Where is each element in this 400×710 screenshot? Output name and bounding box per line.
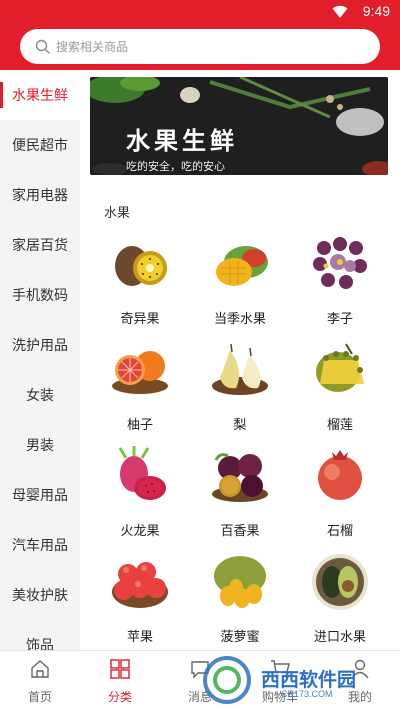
status-bar: 9:49 (0, 0, 400, 24)
sidebar-item-digital[interactable]: 手机数码 (0, 270, 80, 320)
grapefruit-icon (112, 351, 168, 394)
sidebar-item-label: 饰品 (26, 638, 54, 650)
product-name: 榴莲 (326, 418, 353, 433)
sidebar-item-beauty[interactable]: 美妆护肤 (0, 570, 80, 620)
home-icon (31, 660, 49, 678)
category-banner[interactable]: 水果生鲜 吃的安全，吃的安心 (90, 77, 388, 175)
sidebar-item-label: 水果生鲜 (12, 88, 68, 104)
sidebar-item-appliances[interactable]: 家用电器 (0, 170, 80, 220)
tab-label: 首页 (27, 690, 52, 704)
product-item-pomegranate[interactable]: 石榴 (290, 442, 390, 547)
product-name: 百香果 (220, 524, 260, 539)
sidebar-item-womens-wear[interactable]: 女装 (0, 370, 80, 420)
product-item-apple[interactable]: 苹果 (90, 548, 190, 650)
search-icon (35, 39, 50, 54)
watermark-text: 西西软件园 (261, 669, 357, 691)
jackfruit-icon (214, 556, 266, 608)
sidebar-item-label: 男装 (26, 438, 54, 454)
sidebar-item-label: 家用电器 (12, 188, 68, 204)
plum-icon (313, 237, 367, 289)
product-item-durian[interactable]: 榴莲 (290, 336, 390, 441)
category-content: 水果生鲜 吃的安全，吃的安心 水果 奇异果 当季水果 李子 柚子 梨 榴莲 火龙… (80, 70, 400, 650)
avocado-icon (312, 554, 368, 610)
mango-icon (216, 246, 268, 286)
product-item-seasonal[interactable]: 当季水果 (190, 230, 290, 335)
tab-home[interactable]: 首页 (0, 651, 80, 710)
sidebar-item-fruits-fresh[interactable]: 水果生鲜 (0, 70, 80, 120)
product-name: 柚子 (126, 418, 153, 433)
sidebar-item-label: 手机数码 (12, 288, 68, 304)
sidebar-item-home-goods[interactable]: 家居百货 (0, 220, 80, 270)
sidebar-item-baby[interactable]: 母婴用品 (0, 470, 80, 520)
product-item-grapefruit[interactable]: 柚子 (90, 336, 190, 441)
sidebar-item-supermarket[interactable]: 便民超市 (0, 120, 80, 170)
product-item-kiwi[interactable]: 奇异果 (90, 230, 190, 335)
product-item-plum[interactable]: 李子 (290, 230, 390, 335)
category-sidebar: 水果生鲜 便民超市 家用电器 家居百货 手机数码 洗护用品 女装 男装 母婴用品… (0, 70, 80, 650)
pomegranate-icon (318, 450, 362, 500)
apple-icon (112, 562, 168, 608)
banner-subtitle: 吃的安全，吃的安心 (126, 160, 225, 173)
sidebar-item-accessories[interactable]: 饰品 (0, 620, 80, 650)
product-item-passion-fruit[interactable]: 百香果 (190, 442, 290, 547)
sidebar-item-label: 洗护用品 (12, 338, 68, 354)
category-icon (110, 659, 130, 679)
search-input[interactable]: 搜索相关商品 (20, 29, 380, 64)
sidebar-item-personal-care[interactable]: 洗护用品 (0, 320, 80, 370)
search-placeholder: 搜索相关商品 (56, 40, 129, 54)
product-name: 李子 (326, 312, 353, 327)
banner-title: 水果生鲜 (126, 127, 238, 155)
sidebar-item-mens-wear[interactable]: 男装 (0, 420, 80, 470)
sidebar-item-label: 便民超市 (12, 138, 68, 154)
sidebar-item-label: 女装 (26, 388, 54, 404)
durian-icon (316, 343, 364, 392)
product-name: 进口水果 (313, 630, 366, 645)
pear-icon (212, 343, 268, 395)
tab-category[interactable]: 分类 (80, 651, 160, 710)
product-item-pear[interactable]: 梨 (190, 336, 290, 441)
product-name: 火龙果 (120, 524, 160, 539)
product-name: 梨 (233, 418, 247, 433)
sidebar-item-label: 美妆护肤 (12, 588, 68, 604)
tab-label: 分类 (107, 690, 132, 704)
sidebar-item-label: 母婴用品 (12, 488, 68, 504)
product-item-dragon-fruit[interactable]: 火龙果 (90, 442, 190, 547)
product-name: 奇异果 (120, 312, 160, 327)
passion-fruit-icon (212, 453, 268, 502)
product-name: 苹果 (126, 630, 153, 645)
section-title: 水果 (104, 206, 131, 221)
product-item-jackfruit[interactable]: 菠萝蜜 (190, 548, 290, 650)
sidebar-item-label: 家居百货 (12, 238, 68, 254)
wifi-icon (332, 5, 348, 18)
product-name: 当季水果 (213, 312, 266, 327)
watermark-url: CR173.COM (281, 689, 333, 699)
sidebar-item-auto[interactable]: 汽车用品 (0, 520, 80, 570)
kiwi-icon (115, 246, 167, 286)
product-name: 石榴 (326, 524, 353, 539)
top-header: 9:49 搜索相关商品 (0, 0, 400, 70)
product-name: 菠萝蜜 (220, 630, 260, 645)
dragon-fruit-icon (118, 446, 166, 500)
status-time: 9:49 (362, 3, 390, 19)
product-item-imported[interactable]: 进口水果 (290, 548, 390, 650)
sidebar-item-label: 汽车用品 (12, 538, 68, 554)
watermark-logo-icon (203, 656, 251, 704)
site-watermark: 西西软件园 CR173.COM (195, 655, 385, 705)
